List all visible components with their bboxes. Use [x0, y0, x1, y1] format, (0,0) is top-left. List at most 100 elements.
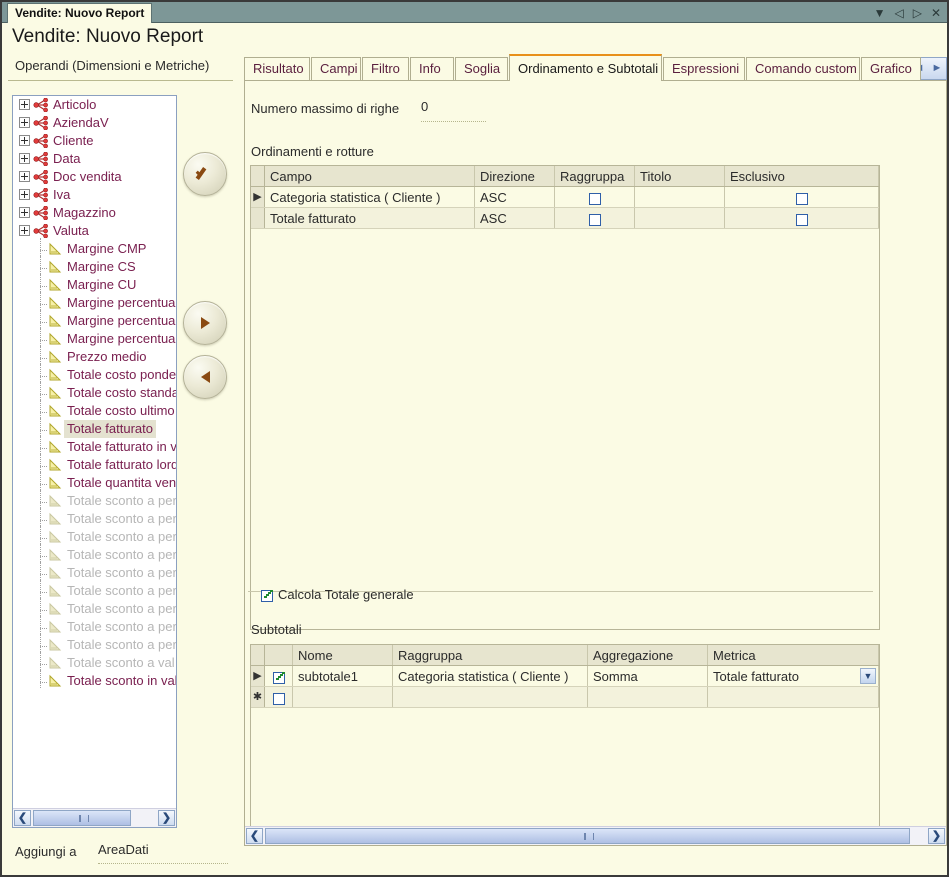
expand-icon[interactable] — [19, 135, 30, 147]
tab-scroll-next-icon[interactable]: ► — [932, 63, 943, 74]
tree-item[interactable]: Totale fatturato lord — [13, 453, 176, 474]
checkbox-icon[interactable] — [272, 692, 285, 705]
max-rows-input[interactable]: 0 — [421, 99, 428, 114]
report-designer-window: Vendite: Nuovo Report ▼ ◁ ▷ ✕ Vendite: N… — [0, 0, 949, 877]
tree-item[interactable]: Totale fatturato — [13, 417, 176, 438]
tree-horizontal-scrollbar[interactable]: ❮ ❯ — [13, 808, 176, 827]
expand-icon[interactable] — [19, 171, 30, 183]
tree-item[interactable]: Totale sconto a per — [13, 507, 176, 528]
checkbox-icon[interactable] — [261, 589, 273, 602]
tree-item[interactable]: Valuta — [13, 222, 176, 240]
tree-item[interactable]: Articolo — [13, 96, 176, 114]
cell-titolo — [635, 187, 725, 207]
expand-icon[interactable] — [19, 189, 30, 201]
tree-item[interactable]: Margine CS — [13, 255, 176, 276]
confirm-button[interactable] — [183, 152, 227, 196]
add-to-value[interactable]: AreaDati — [98, 842, 149, 857]
prev-icon[interactable]: ◁ — [894, 7, 903, 19]
tree-item[interactable]: Totale sconto a per — [13, 633, 176, 654]
tree-item[interactable]: Totale sconto a per — [13, 615, 176, 636]
chevron-down-icon[interactable]: ▼ — [860, 668, 876, 684]
checkbox-icon[interactable] — [272, 671, 285, 684]
tree-item[interactable]: Margine CU — [13, 273, 176, 294]
tree-item-label: Margine percentual — [67, 331, 176, 346]
tree-item[interactable]: Margine percentual — [13, 309, 176, 330]
tab-grafico[interactable]: Grafico — [861, 57, 921, 80]
subtotals-grid-header: Nome Raggruppa Aggregazione Metrica — [251, 645, 879, 666]
tree-item[interactable]: Totale costo standa — [13, 381, 176, 402]
tree-item[interactable]: Magazzino — [13, 204, 176, 222]
tree-item[interactable]: Totale sconto in val — [13, 669, 176, 690]
expand-icon[interactable] — [19, 225, 30, 237]
tab-ordinamento-e-subtotali[interactable]: Ordinamento e Subtotali — [509, 54, 662, 81]
tree-item[interactable]: Data — [13, 150, 176, 168]
pane-scroll-thumb[interactable] — [265, 828, 910, 844]
calc-grand-total-checkbox[interactable]: Calcola Totale generale — [261, 587, 414, 602]
tree-item[interactable]: Totale fatturato in va — [13, 435, 176, 456]
tree-item[interactable]: Totale sconto a val — [13, 651, 176, 672]
tree-scroll-thumb[interactable] — [33, 810, 131, 826]
add-operand-button[interactable] — [183, 301, 227, 345]
table-row[interactable]: ✱ — [251, 687, 879, 708]
tree-item[interactable]: Iva — [13, 186, 176, 204]
pane-horizontal-scrollbar[interactable]: ❮ ❯ — [245, 826, 946, 845]
table-row[interactable]: ▶ subtotale1 Categoria statistica ( Client… — [251, 666, 879, 687]
add-to-label: Aggiungi a — [15, 844, 77, 859]
tab-info[interactable]: Info — [410, 57, 454, 80]
cell-aggregazione: Somma — [588, 666, 708, 686]
tree-item[interactable]: Margine percentual — [13, 291, 176, 312]
tree-connector-icon — [37, 453, 47, 472]
tab-risultato[interactable]: Risultato — [244, 57, 310, 80]
tree-item[interactable]: Totale costo ponde — [13, 363, 176, 384]
tree-item[interactable]: Totale sconto a per — [13, 489, 176, 510]
dropdown-icon[interactable]: ▼ — [874, 7, 886, 19]
tree-item-label: Totale sconto a per — [67, 547, 176, 562]
table-row[interactable]: ▶ Categoria statistica ( Cliente ) ASC — [251, 187, 879, 208]
tree-item[interactable]: Margine CMP — [13, 237, 176, 258]
remove-operand-button[interactable] — [183, 355, 227, 399]
tab-comando-custom[interactable]: Comando custom — [746, 57, 860, 80]
tree-item[interactable]: Prezzo medio — [13, 345, 176, 366]
checkbox-icon[interactable] — [795, 213, 808, 226]
tree-item[interactable]: Doc vendita — [13, 168, 176, 186]
tree-item[interactable]: AziendaV — [13, 114, 176, 132]
pane-scroll-right-button[interactable]: ❯ — [928, 828, 945, 844]
pane-scroll-left-button[interactable]: ❮ — [246, 828, 263, 844]
tree-item[interactable]: Totale quantita ven — [13, 471, 176, 492]
document-tab[interactable]: Vendite: Nuovo Report — [7, 3, 153, 23]
sorting-grid-empty-area[interactable] — [251, 229, 879, 629]
subtotals-grid[interactable]: Nome Raggruppa Aggregazione Metrica ▶ subtota… — [250, 644, 880, 829]
table-row[interactable]: Totale fatturato ASC — [251, 208, 879, 229]
dimension-icon — [33, 223, 49, 238]
checkbox-icon[interactable] — [588, 213, 601, 226]
tree-item[interactable]: Totale sconto a per — [13, 525, 176, 546]
tab-soglia[interactable]: Soglia — [455, 57, 508, 80]
checkbox-icon[interactable] — [795, 192, 808, 205]
metric-icon — [47, 368, 63, 382]
checkbox-icon[interactable] — [588, 192, 601, 205]
tree-scroll-left-button[interactable]: ❮ — [14, 810, 31, 826]
tab-espressioni[interactable]: Espressioni — [663, 57, 745, 80]
tree-item[interactable]: Margine percentual — [13, 327, 176, 348]
tree-item[interactable]: Totale sconto a per — [13, 561, 176, 582]
dimension-icon — [33, 115, 49, 130]
next-icon[interactable]: ▷ — [913, 7, 922, 19]
operands-tree[interactable]: Articolo AziendaV Cliente Data Doc vendita Iv… — [13, 96, 176, 808]
expand-icon[interactable] — [19, 99, 30, 111]
sorting-grid[interactable]: Campo Direzione Raggruppa Titolo Esclusivo ▶ C… — [250, 165, 880, 630]
tree-item[interactable]: Cliente — [13, 132, 176, 150]
tree-item[interactable]: Totale sconto a per — [13, 543, 176, 564]
tree-item[interactable]: Totale costo ultimo — [13, 399, 176, 420]
tree-scroll-right-button[interactable]: ❯ — [158, 810, 175, 826]
tree-item[interactable]: Totale sconto a per — [13, 597, 176, 618]
tree-item[interactable]: Totale sconto a per — [13, 579, 176, 600]
expand-icon[interactable] — [19, 207, 30, 219]
expand-icon[interactable] — [19, 117, 30, 129]
expand-icon[interactable] — [19, 153, 30, 165]
cell-campo: Totale fatturato — [265, 208, 475, 228]
close-icon[interactable]: ✕ — [931, 7, 941, 19]
tab-filtro[interactable]: Filtro — [362, 57, 409, 80]
subtotals-grid-empty-area[interactable] — [251, 708, 879, 828]
tree-connector-icon — [37, 669, 47, 688]
tab-campi[interactable]: Campi — [311, 57, 361, 80]
